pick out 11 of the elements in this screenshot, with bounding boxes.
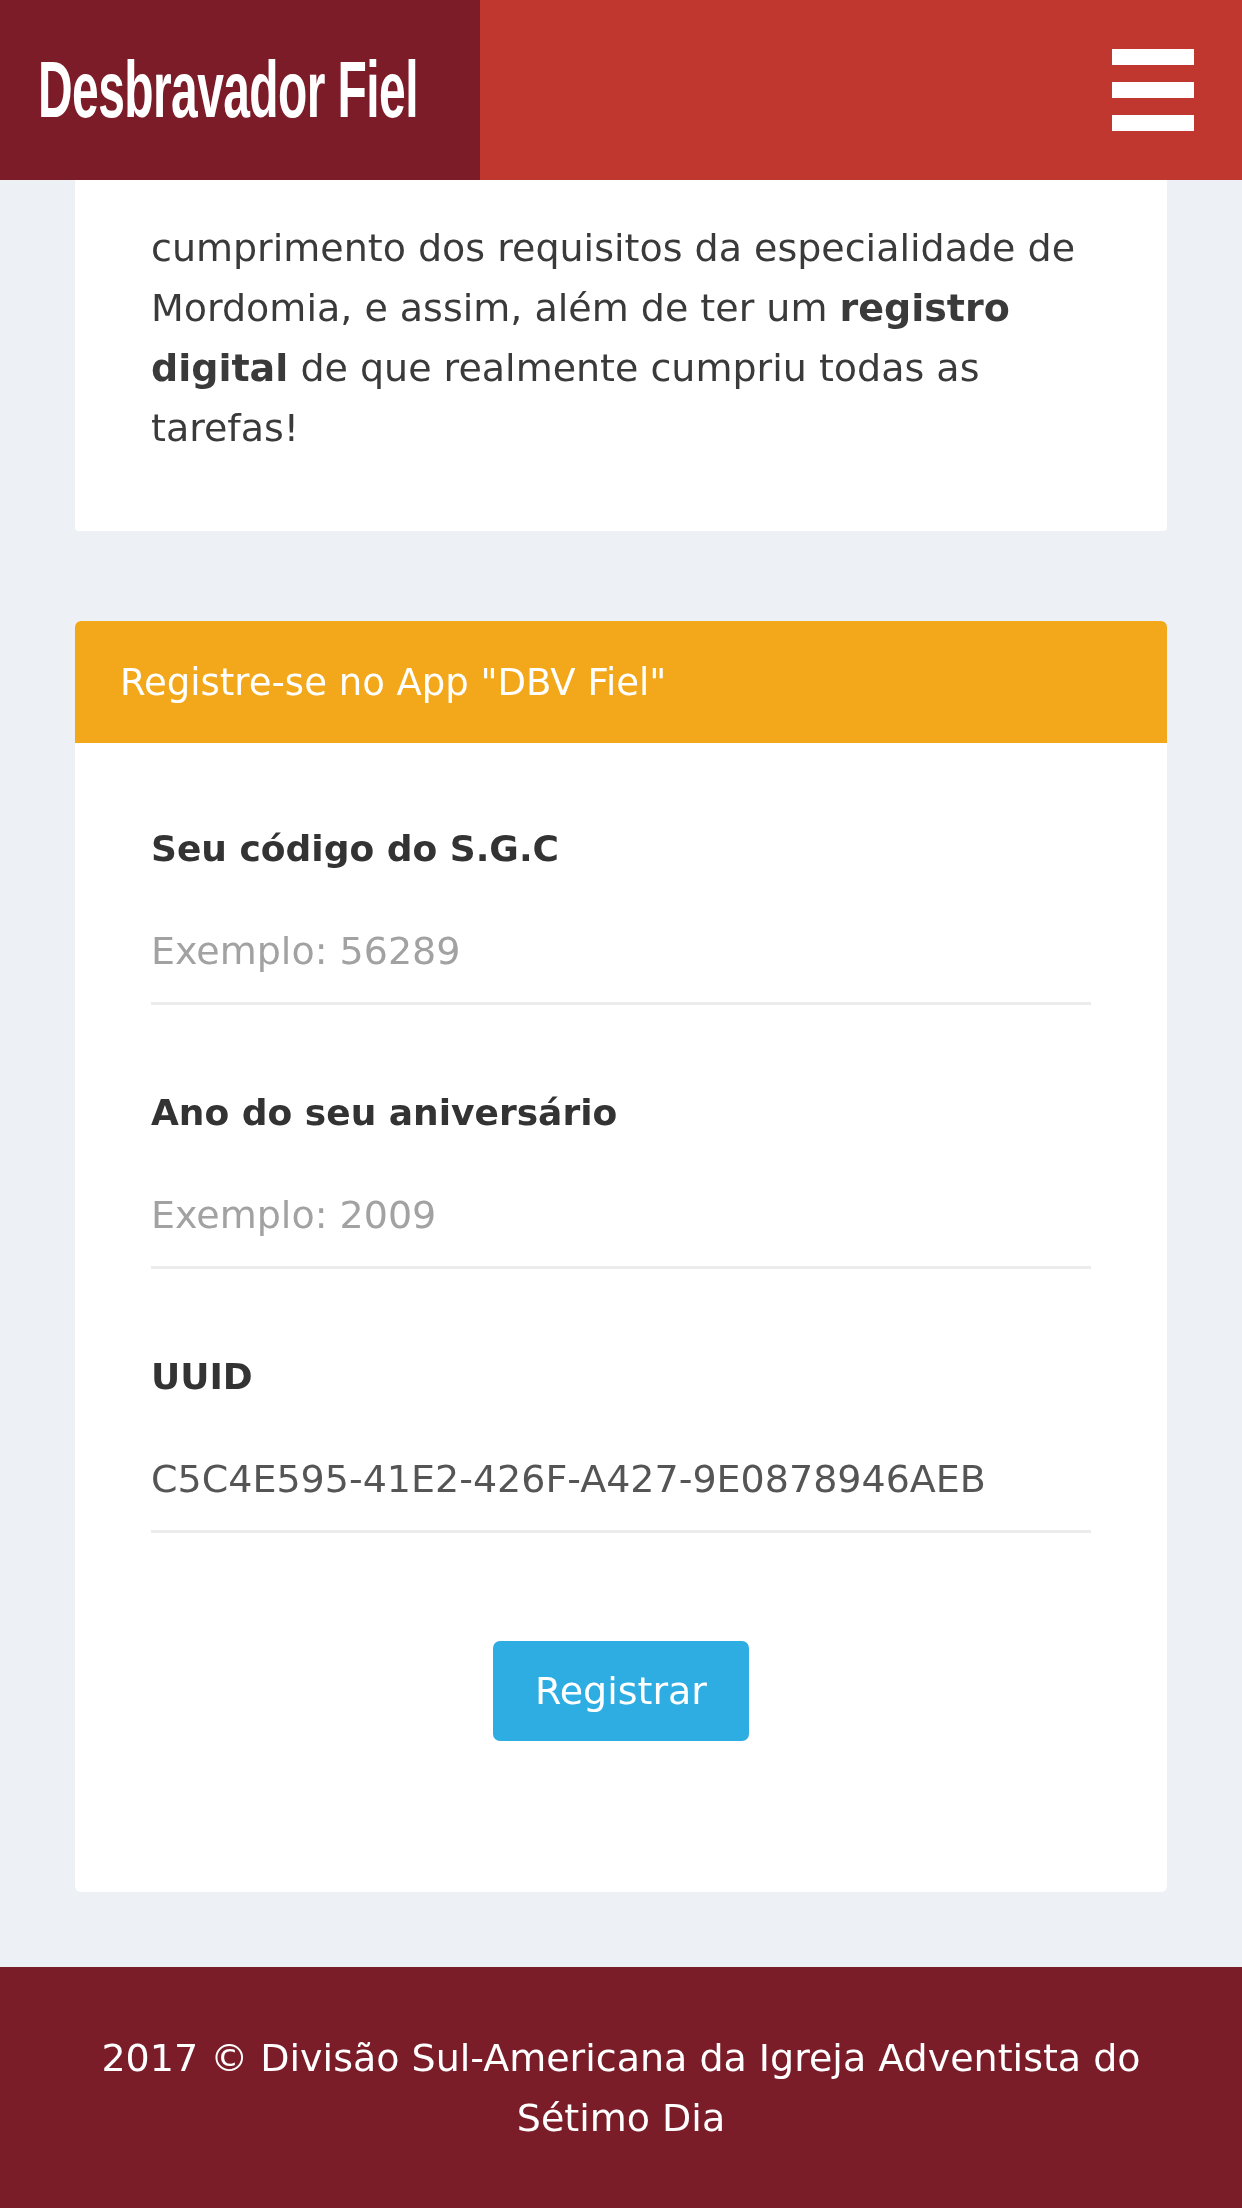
- logo-text[interactable]: Desbravador Fiel: [38, 50, 418, 130]
- footer-text: 2017 © Divisão Sul-Americana da Igreja Adventista do Sétimo Dia: [100, 2035, 1142, 2142]
- input-field[interactable]: Exemplo: 2009: [151, 1164, 1091, 1269]
- field-label: Seu código do S.G.C: [151, 827, 559, 871]
- input-field[interactable]: C5C4E595-41E2-426F-A427-9E0878946AEB: [151, 1428, 1091, 1533]
- menu-icon[interactable]: [1112, 49, 1194, 131]
- field-label: Ano do seu aniversário: [151, 1091, 618, 1135]
- card-title: Registre-se no App "DBV Fiel": [120, 660, 667, 704]
- intro-text: cumprimento dos requisitos da especialidade de Mordomia, e assim, além de ter um registro digital de que realmente cumpriu todas as tarefas!: [151, 225, 1077, 452]
- field-label: UUID: [151, 1355, 253, 1399]
- input-field[interactable]: Exemplo: 56289: [151, 900, 1091, 1005]
